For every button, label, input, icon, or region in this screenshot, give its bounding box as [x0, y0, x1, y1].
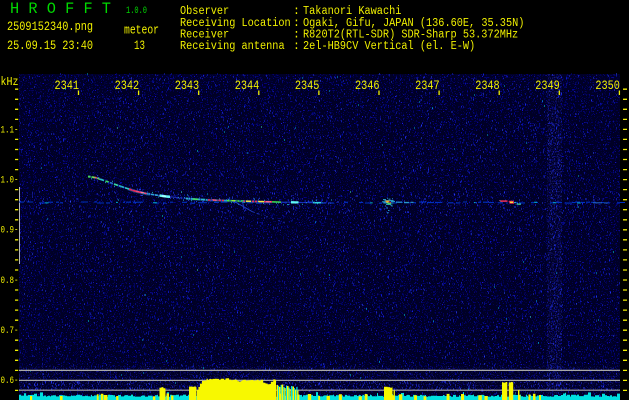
svg-text:0.6-: 0.6- [1, 375, 19, 387]
svg-text:0.7-: 0.7- [1, 325, 19, 337]
svg-text:2347: 2347 [415, 79, 440, 93]
svg-text:2el-HB9CV Vertical (el. E-W): 2el-HB9CV Vertical (el. E-W) [303, 40, 475, 53]
svg-text:1.0-: 1.0- [1, 175, 19, 187]
svg-text:2343: 2343 [175, 79, 200, 93]
svg-text:25.09.15 23:40: 25.09.15 23:40 [7, 38, 93, 53]
svg-text:2349: 2349 [535, 79, 560, 93]
svg-text:2348: 2348 [475, 79, 500, 93]
svg-text:1.1-: 1.1- [1, 125, 19, 137]
svg-text:2345: 2345 [295, 79, 320, 93]
svg-text:2346: 2346 [355, 79, 380, 93]
svg-text:2344: 2344 [235, 79, 259, 93]
svg-text:H R O F F T: H R O F F T [10, 0, 111, 18]
svg-text:2341: 2341 [55, 79, 80, 93]
svg-text:1.0.0: 1.0.0 [126, 6, 147, 17]
svg-text:13: 13 [134, 38, 145, 53]
svg-text::: : [293, 40, 300, 53]
svg-text:2342: 2342 [115, 79, 140, 93]
svg-text:Receiving antenna: Receiving antenna [180, 40, 285, 53]
svg-text:2350: 2350 [595, 79, 620, 93]
svg-text:0.8-: 0.8- [1, 275, 19, 287]
svg-text:kHz: kHz [1, 76, 19, 89]
svg-text:0.9-: 0.9- [1, 225, 19, 237]
svg-text:meteor: meteor [124, 23, 159, 38]
svg-text:2509152340.png: 2509152340.png [7, 19, 93, 34]
